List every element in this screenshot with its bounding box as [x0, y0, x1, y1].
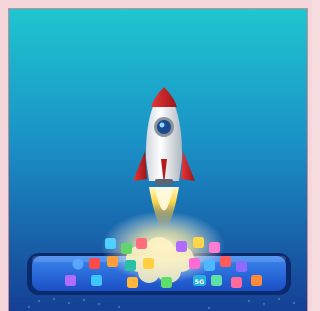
app-icon — [125, 260, 136, 271]
app-icon — [91, 275, 102, 286]
app-icon — [220, 256, 231, 267]
app-icon — [89, 258, 100, 269]
app-icon — [204, 260, 215, 271]
badge-5g-label: 5G — [195, 278, 205, 286]
page: 5G — [0, 0, 312, 311]
app-icon — [121, 243, 132, 254]
app-icon — [236, 261, 247, 272]
illustration-frame: 5G — [8, 8, 308, 311]
app-icon — [136, 238, 147, 249]
app-icon — [107, 256, 118, 267]
app-icon — [176, 241, 187, 252]
rocket-nozzle — [155, 179, 173, 185]
app-icon — [189, 258, 200, 269]
app-icon — [193, 237, 204, 248]
app-icon — [231, 277, 242, 288]
app-icon — [161, 277, 172, 288]
app-icon — [251, 275, 262, 286]
app-icon — [211, 275, 222, 286]
app-icon — [72, 258, 84, 270]
app-icon — [127, 277, 138, 288]
app-icon — [65, 275, 76, 286]
app-icon — [105, 238, 116, 249]
rocket-launch-illustration: 5G — [9, 9, 307, 311]
app-icon — [209, 242, 220, 253]
app-icon — [143, 258, 154, 269]
